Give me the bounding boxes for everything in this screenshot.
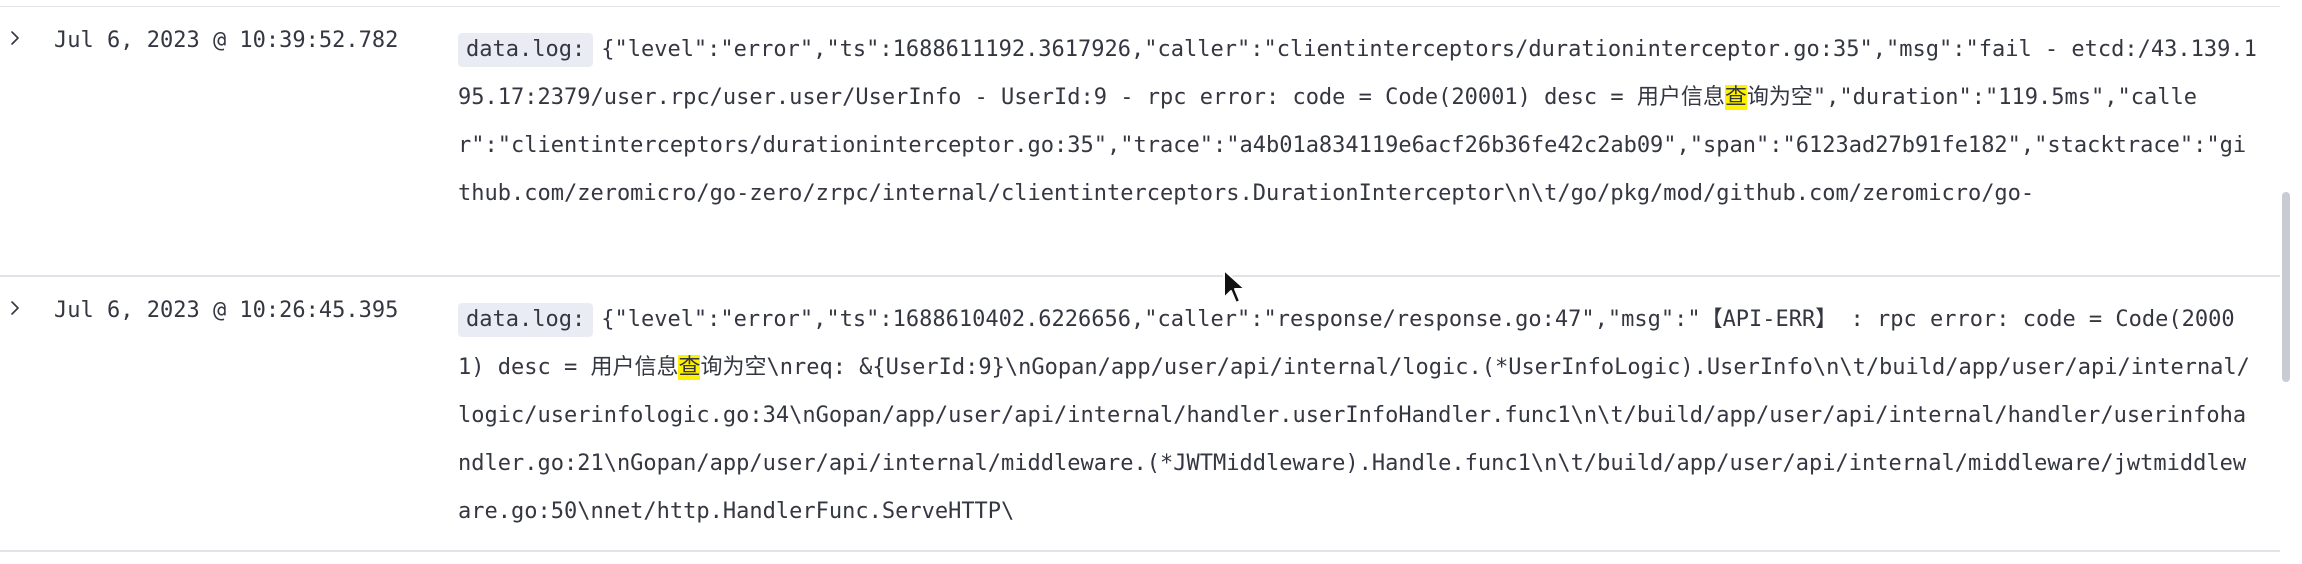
expand-row-button[interactable] bbox=[6, 29, 24, 47]
table-row[interactable]: Jul 6, 2023 @ 10:26:45.395 data.log: {"le… bbox=[0, 277, 2280, 552]
log-message: data.log: {"level":"error","ts":168861040… bbox=[458, 296, 2258, 536]
search-highlight: 查 bbox=[1724, 85, 1747, 110]
table-row[interactable]: Jul 6, 2023 @ 10:39:52.782 data.log: {"le… bbox=[0, 7, 2280, 277]
scrollbar-thumb[interactable] bbox=[2282, 192, 2290, 382]
field-name-badge: data.log: bbox=[458, 33, 594, 67]
log-document-table: Jul 6, 2023 @ 10:39:52.782 data.log: {"le… bbox=[0, 0, 2280, 564]
search-highlight: 查 bbox=[678, 355, 701, 380]
row-timestamp[interactable]: Jul 6, 2023 @ 10:26:45.395 bbox=[54, 297, 398, 325]
chevron-right-icon bbox=[11, 301, 19, 315]
row-timestamp[interactable]: Jul 6, 2023 @ 10:39:52.782 bbox=[54, 27, 398, 55]
field-name-badge: data.log: bbox=[458, 303, 594, 337]
message-text: 询为空\nreq: &{UserId:9}\nGopan/app/user/ap… bbox=[458, 355, 2250, 524]
chevron-right-icon bbox=[11, 31, 19, 45]
log-message: data.log: {"level":"error","ts":168861119… bbox=[458, 26, 2258, 218]
vertical-scrollbar[interactable] bbox=[2280, 0, 2292, 564]
expand-row-button[interactable] bbox=[6, 299, 24, 317]
